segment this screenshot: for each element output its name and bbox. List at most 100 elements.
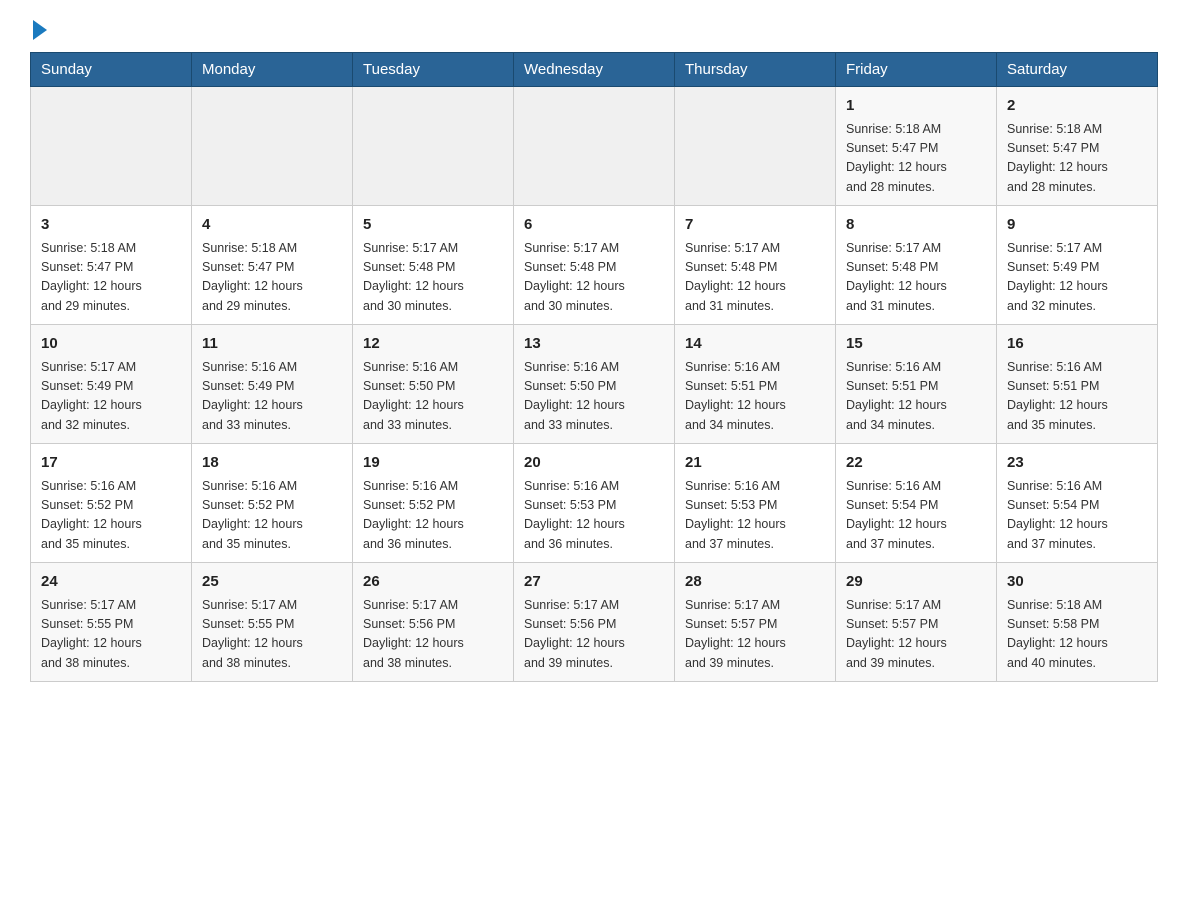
calendar-cell: 30Sunrise: 5:18 AMSunset: 5:58 PMDayligh… [997, 563, 1158, 682]
day-number: 5 [363, 214, 503, 237]
calendar-cell: 2Sunrise: 5:18 AMSunset: 5:47 PMDaylight… [997, 87, 1158, 206]
weekday-header-saturday: Saturday [997, 53, 1158, 87]
day-number: 3 [41, 214, 181, 237]
weekday-header-monday: Monday [192, 53, 353, 87]
day-info: Sunrise: 5:16 AMSunset: 5:50 PMDaylight:… [524, 358, 664, 436]
day-number: 24 [41, 571, 181, 594]
calendar-cell: 23Sunrise: 5:16 AMSunset: 5:54 PMDayligh… [997, 444, 1158, 563]
calendar-cell: 22Sunrise: 5:16 AMSunset: 5:54 PMDayligh… [836, 444, 997, 563]
day-number: 7 [685, 214, 825, 237]
day-number: 20 [524, 452, 664, 475]
day-number: 17 [41, 452, 181, 475]
calendar-week-row: 24Sunrise: 5:17 AMSunset: 5:55 PMDayligh… [31, 563, 1158, 682]
day-number: 18 [202, 452, 342, 475]
weekday-header-sunday: Sunday [31, 53, 192, 87]
day-info: Sunrise: 5:18 AMSunset: 5:47 PMDaylight:… [1007, 120, 1147, 198]
day-number: 2 [1007, 95, 1147, 118]
weekday-header-thursday: Thursday [675, 53, 836, 87]
day-info: Sunrise: 5:16 AMSunset: 5:54 PMDaylight:… [846, 477, 986, 555]
day-number: 30 [1007, 571, 1147, 594]
day-info: Sunrise: 5:17 AMSunset: 5:49 PMDaylight:… [1007, 239, 1147, 317]
day-info: Sunrise: 5:16 AMSunset: 5:51 PMDaylight:… [1007, 358, 1147, 436]
calendar-cell: 26Sunrise: 5:17 AMSunset: 5:56 PMDayligh… [353, 563, 514, 682]
weekday-header-wednesday: Wednesday [514, 53, 675, 87]
day-info: Sunrise: 5:17 AMSunset: 5:55 PMDaylight:… [41, 596, 181, 674]
day-info: Sunrise: 5:17 AMSunset: 5:49 PMDaylight:… [41, 358, 181, 436]
calendar-cell: 12Sunrise: 5:16 AMSunset: 5:50 PMDayligh… [353, 325, 514, 444]
calendar-cell: 3Sunrise: 5:18 AMSunset: 5:47 PMDaylight… [31, 206, 192, 325]
day-info: Sunrise: 5:17 AMSunset: 5:55 PMDaylight:… [202, 596, 342, 674]
day-number: 16 [1007, 333, 1147, 356]
calendar-cell: 10Sunrise: 5:17 AMSunset: 5:49 PMDayligh… [31, 325, 192, 444]
calendar-cell: 18Sunrise: 5:16 AMSunset: 5:52 PMDayligh… [192, 444, 353, 563]
calendar-cell: 6Sunrise: 5:17 AMSunset: 5:48 PMDaylight… [514, 206, 675, 325]
calendar-cell: 9Sunrise: 5:17 AMSunset: 5:49 PMDaylight… [997, 206, 1158, 325]
calendar-cell [675, 87, 836, 206]
calendar-cell [31, 87, 192, 206]
calendar-cell: 15Sunrise: 5:16 AMSunset: 5:51 PMDayligh… [836, 325, 997, 444]
day-info: Sunrise: 5:18 AMSunset: 5:47 PMDaylight:… [202, 239, 342, 317]
calendar-cell: 14Sunrise: 5:16 AMSunset: 5:51 PMDayligh… [675, 325, 836, 444]
day-number: 25 [202, 571, 342, 594]
day-number: 14 [685, 333, 825, 356]
calendar-cell: 29Sunrise: 5:17 AMSunset: 5:57 PMDayligh… [836, 563, 997, 682]
day-number: 4 [202, 214, 342, 237]
calendar-cell: 4Sunrise: 5:18 AMSunset: 5:47 PMDaylight… [192, 206, 353, 325]
day-number: 26 [363, 571, 503, 594]
day-info: Sunrise: 5:17 AMSunset: 5:57 PMDaylight:… [846, 596, 986, 674]
day-number: 1 [846, 95, 986, 118]
day-info: Sunrise: 5:16 AMSunset: 5:52 PMDaylight:… [41, 477, 181, 555]
day-info: Sunrise: 5:18 AMSunset: 5:58 PMDaylight:… [1007, 596, 1147, 674]
day-number: 6 [524, 214, 664, 237]
calendar-cell: 8Sunrise: 5:17 AMSunset: 5:48 PMDaylight… [836, 206, 997, 325]
calendar-table: SundayMondayTuesdayWednesdayThursdayFrid… [30, 52, 1158, 682]
calendar-cell: 16Sunrise: 5:16 AMSunset: 5:51 PMDayligh… [997, 325, 1158, 444]
calendar-cell: 21Sunrise: 5:16 AMSunset: 5:53 PMDayligh… [675, 444, 836, 563]
weekday-header-friday: Friday [836, 53, 997, 87]
day-info: Sunrise: 5:18 AMSunset: 5:47 PMDaylight:… [846, 120, 986, 198]
calendar-cell: 7Sunrise: 5:17 AMSunset: 5:48 PMDaylight… [675, 206, 836, 325]
day-info: Sunrise: 5:17 AMSunset: 5:57 PMDaylight:… [685, 596, 825, 674]
page-header [30, 20, 1158, 36]
day-number: 12 [363, 333, 503, 356]
day-info: Sunrise: 5:17 AMSunset: 5:48 PMDaylight:… [363, 239, 503, 317]
day-number: 10 [41, 333, 181, 356]
day-info: Sunrise: 5:16 AMSunset: 5:54 PMDaylight:… [1007, 477, 1147, 555]
day-number: 23 [1007, 452, 1147, 475]
calendar-cell: 25Sunrise: 5:17 AMSunset: 5:55 PMDayligh… [192, 563, 353, 682]
calendar-cell: 17Sunrise: 5:16 AMSunset: 5:52 PMDayligh… [31, 444, 192, 563]
day-number: 21 [685, 452, 825, 475]
calendar-cell: 24Sunrise: 5:17 AMSunset: 5:55 PMDayligh… [31, 563, 192, 682]
calendar-week-row: 10Sunrise: 5:17 AMSunset: 5:49 PMDayligh… [31, 325, 1158, 444]
day-number: 9 [1007, 214, 1147, 237]
day-number: 22 [846, 452, 986, 475]
calendar-cell [353, 87, 514, 206]
calendar-week-row: 17Sunrise: 5:16 AMSunset: 5:52 PMDayligh… [31, 444, 1158, 563]
day-info: Sunrise: 5:18 AMSunset: 5:47 PMDaylight:… [41, 239, 181, 317]
calendar-cell: 5Sunrise: 5:17 AMSunset: 5:48 PMDaylight… [353, 206, 514, 325]
calendar-cell: 28Sunrise: 5:17 AMSunset: 5:57 PMDayligh… [675, 563, 836, 682]
day-info: Sunrise: 5:16 AMSunset: 5:50 PMDaylight:… [363, 358, 503, 436]
calendar-cell: 20Sunrise: 5:16 AMSunset: 5:53 PMDayligh… [514, 444, 675, 563]
calendar-cell [192, 87, 353, 206]
weekday-header-tuesday: Tuesday [353, 53, 514, 87]
logo-arrow-icon [33, 20, 47, 40]
day-number: 15 [846, 333, 986, 356]
day-number: 28 [685, 571, 825, 594]
calendar-cell: 11Sunrise: 5:16 AMSunset: 5:49 PMDayligh… [192, 325, 353, 444]
calendar-cell: 19Sunrise: 5:16 AMSunset: 5:52 PMDayligh… [353, 444, 514, 563]
day-info: Sunrise: 5:16 AMSunset: 5:49 PMDaylight:… [202, 358, 342, 436]
day-info: Sunrise: 5:16 AMSunset: 5:52 PMDaylight:… [363, 477, 503, 555]
weekday-header-row: SundayMondayTuesdayWednesdayThursdayFrid… [31, 53, 1158, 87]
day-number: 19 [363, 452, 503, 475]
day-info: Sunrise: 5:16 AMSunset: 5:51 PMDaylight:… [685, 358, 825, 436]
day-info: Sunrise: 5:16 AMSunset: 5:51 PMDaylight:… [846, 358, 986, 436]
day-number: 29 [846, 571, 986, 594]
calendar-cell: 13Sunrise: 5:16 AMSunset: 5:50 PMDayligh… [514, 325, 675, 444]
day-info: Sunrise: 5:16 AMSunset: 5:53 PMDaylight:… [524, 477, 664, 555]
calendar-week-row: 3Sunrise: 5:18 AMSunset: 5:47 PMDaylight… [31, 206, 1158, 325]
day-number: 11 [202, 333, 342, 356]
calendar-cell: 27Sunrise: 5:17 AMSunset: 5:56 PMDayligh… [514, 563, 675, 682]
calendar-week-row: 1Sunrise: 5:18 AMSunset: 5:47 PMDaylight… [31, 87, 1158, 206]
logo [30, 20, 60, 36]
